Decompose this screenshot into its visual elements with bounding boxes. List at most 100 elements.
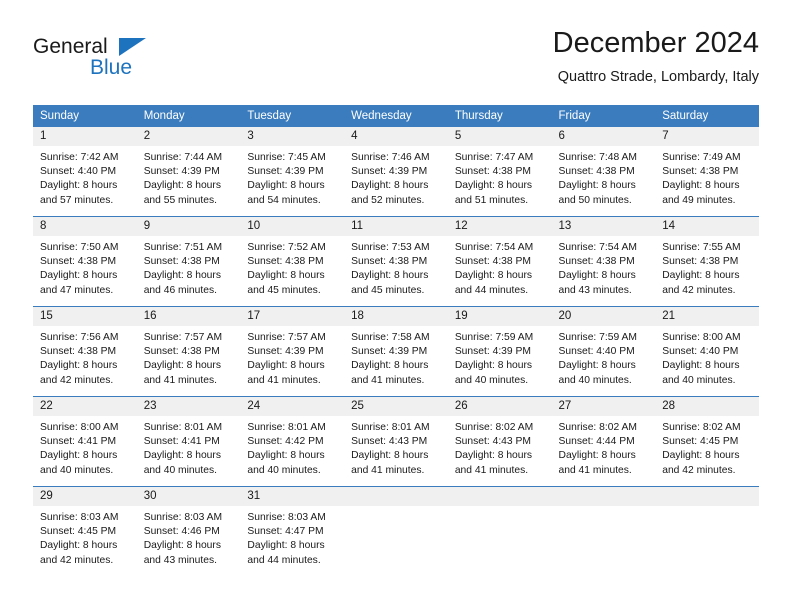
day-detail-sunrise: Sunrise: 7:51 AM — [143, 242, 223, 253]
day-detail-sunset: Sunset: 4:38 PM — [40, 346, 117, 358]
day-number: 24 — [240, 397, 345, 416]
day-details: Sunrise: 7:58 AM Sunset: 4:39 PM Daylight:… — [344, 326, 448, 388]
day-detail-sunrise: Sunrise: 7:44 AM — [143, 152, 223, 163]
day-detail-daylight-line2: and 45 minutes. — [351, 284, 425, 296]
day-detail-daylight-line2: and 47 minutes. — [40, 284, 114, 296]
day-detail-daylight-line2: and 49 minutes. — [662, 194, 736, 206]
calendar-day-cell[interactable]: 23 Sunrise: 8:01 AM Sunset: 4:41 PM Dayligh… — [136, 396, 241, 487]
day-number — [344, 487, 448, 506]
logo-triangle-icon — [119, 38, 146, 56]
day-detail-sunrise: Sunrise: 8:03 AM — [143, 512, 223, 523]
day-number: 20 — [551, 307, 656, 326]
day-detail-sunset: Sunset: 4:39 PM — [247, 166, 324, 178]
calendar-day-cell[interactable]: 5 Sunrise: 7:47 AM Sunset: 4:38 PM Daylight… — [447, 126, 552, 217]
calendar-day-cell[interactable]: 27 Sunrise: 8:02 AM Sunset: 4:44 PM Dayligh… — [551, 396, 656, 487]
calendar-day-cell[interactable]: 28 Sunrise: 8:02 AM Sunset: 4:45 PM Dayligh… — [655, 396, 759, 487]
calendar-day-cell[interactable]: 17 Sunrise: 7:57 AM Sunset: 4:39 PM Dayligh… — [240, 306, 345, 397]
day-detail-daylight-line1: Daylight: 8 hours — [662, 450, 740, 462]
day-number — [447, 487, 552, 506]
calendar-day-cell[interactable]: 18 Sunrise: 7:58 AM Sunset: 4:39 PM Dayligh… — [344, 306, 448, 397]
calendar-day-cell[interactable]: 12 Sunrise: 7:54 AM Sunset: 4:38 PM Dayligh… — [447, 216, 552, 307]
day-detail-daylight-line2: and 41 minutes. — [351, 374, 425, 386]
calendar-day-cell[interactable]: 26 Sunrise: 8:02 AM Sunset: 4:43 PM Dayligh… — [447, 396, 552, 487]
calendar-day-cell[interactable]: 14 Sunrise: 7:55 AM Sunset: 4:38 PM Dayligh… — [655, 216, 759, 307]
day-number: 13 — [551, 217, 656, 236]
calendar-day-cell[interactable]: 7 Sunrise: 7:49 AM Sunset: 4:38 PM Daylight… — [655, 126, 759, 217]
day-detail-sunrise: Sunrise: 7:42 AM — [40, 152, 119, 163]
calendar-day-cell[interactable]: 15 Sunrise: 7:56 AM Sunset: 4:38 PM Dayligh… — [33, 306, 137, 397]
day-detail-sunset: Sunset: 4:42 PM — [247, 436, 324, 448]
day-detail-sunrise: Sunrise: 7:49 AM — [662, 152, 741, 163]
page-subtitle: Quattro Strade, Lombardy, Italy — [557, 68, 759, 85]
day-number: 14 — [655, 217, 759, 236]
day-detail-daylight-line2: and 44 minutes. — [247, 554, 321, 566]
day-number — [551, 487, 656, 506]
day-detail-daylight-line2: and 42 minutes. — [40, 374, 114, 386]
day-details: Sunrise: 8:01 AM Sunset: 4:43 PM Daylight:… — [344, 416, 448, 478]
day-detail-sunset: Sunset: 4:38 PM — [558, 256, 635, 268]
calendar-day-cell[interactable]: 16 Sunrise: 7:57 AM Sunset: 4:38 PM Dayligh… — [136, 306, 241, 397]
calendar-day-cell-empty — [551, 486, 656, 576]
day-detail-daylight-line1: Daylight: 8 hours — [662, 180, 740, 192]
calendar-day-cell[interactable]: 4 Sunrise: 7:46 AM Sunset: 4:39 PM Daylight… — [344, 126, 448, 217]
calendar-day-cell[interactable]: 20 Sunrise: 7:59 AM Sunset: 4:40 PM Dayligh… — [551, 306, 656, 397]
day-detail-sunset: Sunset: 4:41 PM — [143, 436, 220, 448]
day-details: Sunrise: 7:59 AM Sunset: 4:40 PM Daylight:… — [552, 326, 656, 388]
day-detail-sunrise: Sunrise: 7:57 AM — [143, 332, 223, 343]
day-number: 8 — [33, 217, 137, 236]
day-detail-sunset: Sunset: 4:38 PM — [558, 166, 635, 178]
day-detail-sunset: Sunset: 4:38 PM — [247, 256, 324, 268]
calendar-day-cell[interactable]: 10 Sunrise: 7:52 AM Sunset: 4:38 PM Dayligh… — [240, 216, 345, 307]
day-detail-sunrise: Sunrise: 7:50 AM — [40, 242, 119, 253]
calendar-day-cell[interactable]: 13 Sunrise: 7:54 AM Sunset: 4:38 PM Dayligh… — [551, 216, 656, 307]
calendar-week-row: 29 Sunrise: 8:03 AM Sunset: 4:45 PM Dayligh… — [33, 486, 759, 576]
day-number: 10 — [240, 217, 345, 236]
calendar-day-cell[interactable]: 25 Sunrise: 8:01 AM Sunset: 4:43 PM Dayligh… — [344, 396, 448, 487]
day-details: Sunrise: 7:44 AM Sunset: 4:39 PM Daylight:… — [137, 146, 241, 208]
day-details — [655, 506, 759, 511]
day-detail-sunrise: Sunrise: 8:00 AM — [40, 422, 119, 433]
day-detail-daylight-line2: and 40 minutes. — [247, 464, 321, 476]
day-detail-sunset: Sunset: 4:40 PM — [558, 346, 635, 358]
general-blue-logo[interactable]: General Blue — [33, 36, 233, 94]
day-detail-daylight-line1: Daylight: 8 hours — [662, 360, 740, 372]
day-detail-daylight-line1: Daylight: 8 hours — [143, 450, 221, 462]
day-number: 28 — [655, 397, 759, 416]
day-detail-sunset: Sunset: 4:46 PM — [143, 526, 220, 538]
day-number: 22 — [33, 397, 137, 416]
calendar-day-cell[interactable]: 30 Sunrise: 8:03 AM Sunset: 4:46 PM Dayligh… — [136, 486, 241, 576]
day-details: Sunrise: 7:50 AM Sunset: 4:38 PM Daylight:… — [33, 236, 137, 298]
day-details: Sunrise: 7:49 AM Sunset: 4:38 PM Daylight:… — [655, 146, 759, 208]
day-detail-daylight-line2: and 42 minutes. — [40, 554, 114, 566]
day-details: Sunrise: 7:46 AM Sunset: 4:39 PM Daylight:… — [344, 146, 448, 208]
day-details: Sunrise: 7:53 AM Sunset: 4:38 PM Daylight:… — [344, 236, 448, 298]
calendar-day-cell[interactable]: 9 Sunrise: 7:51 AM Sunset: 4:38 PM Daylight… — [136, 216, 241, 307]
day-details: Sunrise: 7:51 AM Sunset: 4:38 PM Daylight:… — [137, 236, 241, 298]
calendar-day-cell[interactable]: 24 Sunrise: 8:01 AM Sunset: 4:42 PM Dayligh… — [240, 396, 345, 487]
calendar-day-cell[interactable]: 22 Sunrise: 8:00 AM Sunset: 4:41 PM Dayligh… — [33, 396, 137, 487]
day-detail-daylight-line1: Daylight: 8 hours — [143, 360, 221, 372]
calendar-day-cell[interactable]: 2 Sunrise: 7:44 AM Sunset: 4:39 PM Daylight… — [136, 126, 241, 217]
calendar-day-cell[interactable]: 19 Sunrise: 7:59 AM Sunset: 4:39 PM Dayligh… — [447, 306, 552, 397]
day-details: Sunrise: 7:55 AM Sunset: 4:38 PM Daylight:… — [655, 236, 759, 298]
calendar-day-cell[interactable]: 21 Sunrise: 8:00 AM Sunset: 4:40 PM Dayligh… — [655, 306, 759, 397]
day-detail-daylight-line1: Daylight: 8 hours — [40, 540, 118, 552]
day-detail-daylight-line1: Daylight: 8 hours — [558, 180, 636, 192]
day-detail-sunrise: Sunrise: 7:56 AM — [40, 332, 119, 343]
calendar-day-cell[interactable]: 31 Sunrise: 8:03 AM Sunset: 4:47 PM Dayligh… — [240, 486, 345, 576]
calendar-day-cell[interactable]: 29 Sunrise: 8:03 AM Sunset: 4:45 PM Dayligh… — [33, 486, 137, 576]
day-detail-daylight-line1: Daylight: 8 hours — [558, 270, 636, 282]
calendar-page: General Blue December 2024 Quattro Strad… — [0, 0, 792, 612]
day-number: 16 — [136, 307, 241, 326]
calendar-day-cell[interactable]: 1 Sunrise: 7:42 AM Sunset: 4:40 PM Daylight… — [33, 126, 137, 217]
calendar-day-cell[interactable]: 8 Sunrise: 7:50 AM Sunset: 4:38 PM Daylight… — [33, 216, 137, 307]
calendar-day-cell[interactable]: 11 Sunrise: 7:53 AM Sunset: 4:38 PM Dayligh… — [344, 216, 448, 307]
day-detail-daylight-line2: and 45 minutes. — [247, 284, 321, 296]
calendar-day-cell[interactable]: 6 Sunrise: 7:48 AM Sunset: 4:38 PM Daylight… — [551, 126, 656, 217]
weekday-header-monday: Monday — [136, 105, 241, 127]
day-details: Sunrise: 8:03 AM Sunset: 4:47 PM Daylight:… — [240, 506, 344, 568]
calendar-week-row: 22 Sunrise: 8:00 AM Sunset: 4:41 PM Dayligh… — [33, 396, 759, 487]
day-number — [655, 487, 759, 506]
calendar-day-cell[interactable]: 3 Sunrise: 7:45 AM Sunset: 4:39 PM Daylight… — [240, 126, 345, 217]
day-detail-sunset: Sunset: 4:38 PM — [143, 346, 220, 358]
